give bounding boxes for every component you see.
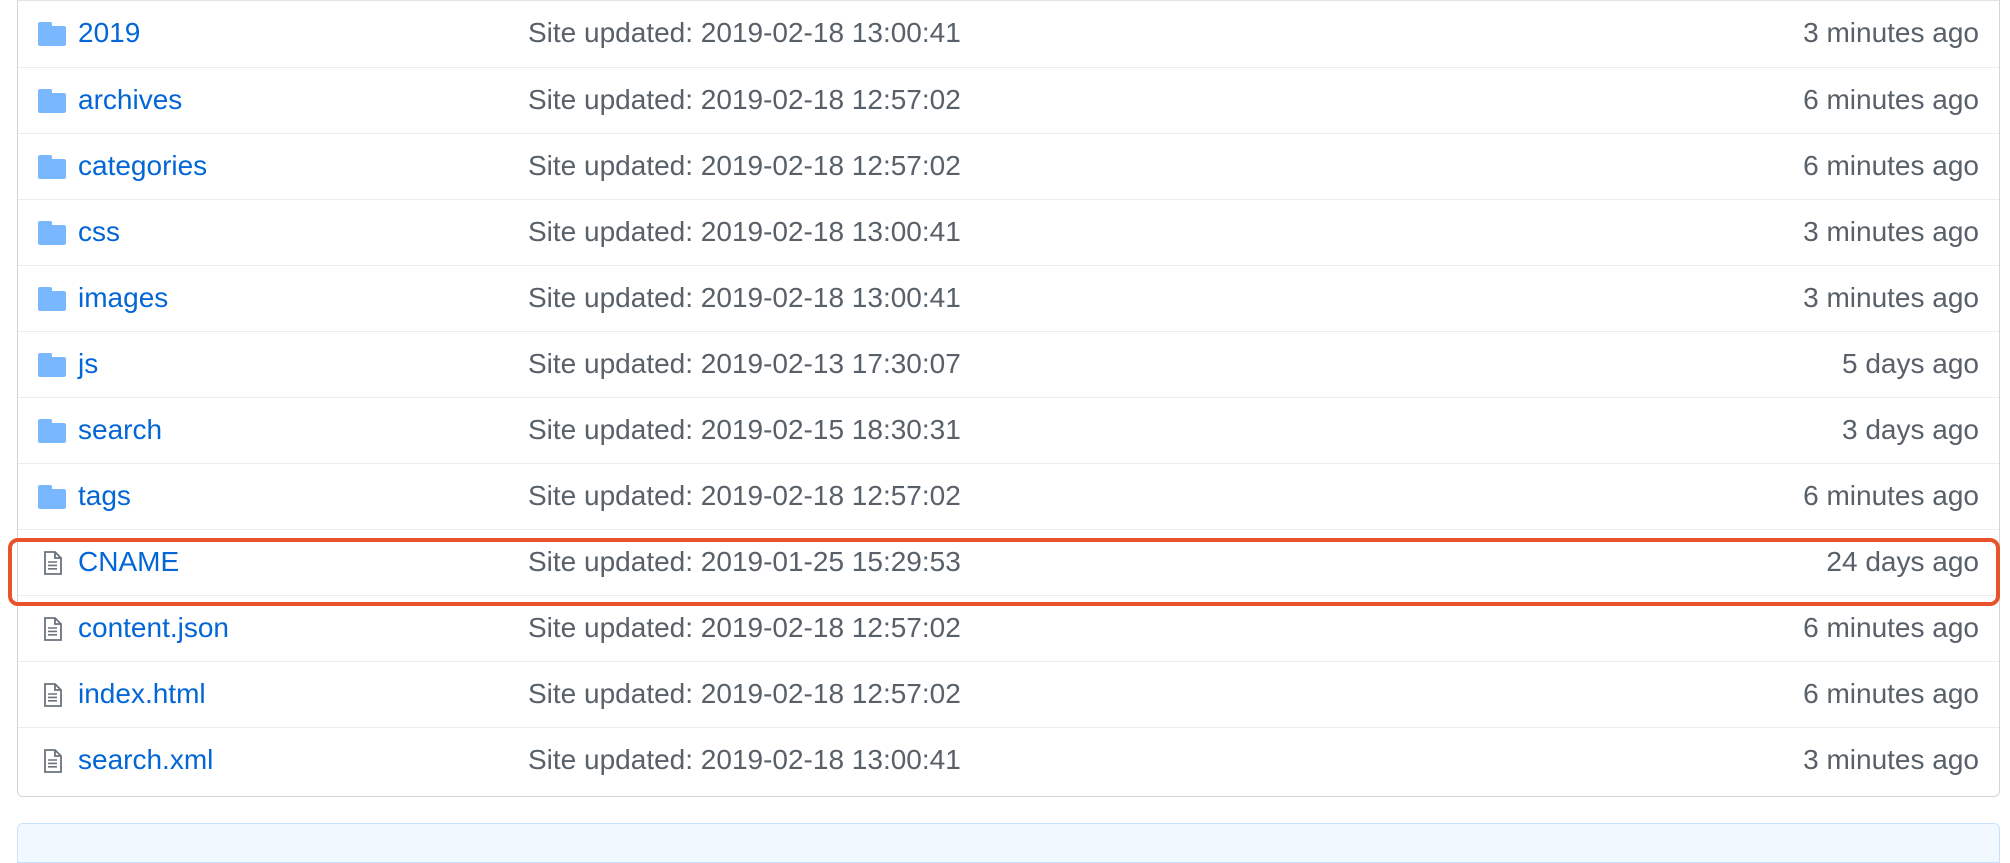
file-name-link[interactable]: archives — [78, 68, 182, 132]
folder-icon — [38, 221, 66, 245]
commit-message-link[interactable]: Site updated: 2019-01-25 15:29:53 — [528, 530, 961, 594]
folder-icon — [38, 22, 66, 46]
file-row-search-xml[interactable]: search.xml Site updated: 2019-02-18 13:0… — [18, 727, 1999, 793]
folder-icon — [38, 353, 66, 377]
commit-message-link[interactable]: Site updated: 2019-02-18 12:57:02 — [528, 68, 961, 132]
commit-age: 6 minutes ago — [1803, 480, 1979, 511]
commit-age: 6 minutes ago — [1803, 84, 1979, 115]
commit-age: 3 minutes ago — [1803, 216, 1979, 247]
file-name-link[interactable]: index.html — [78, 662, 206, 726]
commit-message-link[interactable]: Site updated: 2019-02-18 13:00:41 — [528, 266, 961, 330]
file-row-search[interactable]: search Site updated: 2019-02-15 18:30:31… — [18, 397, 1999, 463]
file-row-index-html[interactable]: index.html Site updated: 2019-02-18 12:5… — [18, 661, 1999, 727]
file-icon — [38, 551, 66, 575]
commit-age: 3 minutes ago — [1803, 17, 1979, 48]
commit-message-link[interactable]: Site updated: 2019-02-18 12:57:02 — [528, 596, 961, 660]
commit-age: 6 minutes ago — [1803, 612, 1979, 643]
commit-age: 3 days ago — [1842, 414, 1979, 445]
file-name-link[interactable]: content.json — [78, 596, 229, 660]
readme-header — [17, 823, 2000, 863]
commit-age: 3 minutes ago — [1803, 744, 1979, 775]
commit-age: 6 minutes ago — [1803, 150, 1979, 181]
file-row-categories[interactable]: categories Site updated: 2019-02-18 12:5… — [18, 133, 1999, 199]
commit-message-link[interactable]: Site updated: 2019-02-18 12:57:02 — [528, 134, 961, 198]
file-row-tags[interactable]: tags Site updated: 2019-02-18 12:57:02 6… — [18, 463, 1999, 529]
file-name-link[interactable]: 2019 — [78, 1, 140, 65]
file-name-link[interactable]: search.xml — [78, 728, 213, 792]
file-row-content-json[interactable]: content.json Site updated: 2019-02-18 12… — [18, 595, 1999, 661]
file-row-images[interactable]: images Site updated: 2019-02-18 13:00:41… — [18, 265, 1999, 331]
file-name-link[interactable]: js — [78, 332, 98, 396]
file-row-archives[interactable]: archives Site updated: 2019-02-18 12:57:… — [18, 67, 1999, 133]
commit-age: 24 days ago — [1826, 546, 1979, 577]
commit-message-link[interactable]: Site updated: 2019-02-13 17:30:07 — [528, 332, 961, 396]
folder-icon — [38, 155, 66, 179]
file-name-link[interactable]: CNAME — [78, 530, 179, 594]
commit-message-link[interactable]: Site updated: 2019-02-18 13:00:41 — [528, 728, 961, 792]
file-name-link[interactable]: tags — [78, 464, 131, 528]
commit-message-link[interactable]: Site updated: 2019-02-18 13:00:41 — [528, 200, 961, 264]
file-icon — [38, 683, 66, 707]
file-name-link[interactable]: images — [78, 266, 168, 330]
file-name-link[interactable]: search — [78, 398, 162, 462]
file-name-link[interactable]: categories — [78, 134, 207, 198]
commit-message-link[interactable]: Site updated: 2019-02-18 13:00:41 — [528, 1, 961, 65]
commit-age: 6 minutes ago — [1803, 678, 1979, 709]
file-icon — [38, 617, 66, 641]
commit-message-link[interactable]: Site updated: 2019-02-18 12:57:02 — [528, 464, 961, 528]
folder-icon — [38, 485, 66, 509]
commit-message-link[interactable]: Site updated: 2019-02-18 12:57:02 — [528, 662, 961, 726]
file-row-cname[interactable]: CNAME Site updated: 2019-01-25 15:29:53 … — [18, 529, 1999, 595]
file-table: 2019 Site updated: 2019-02-18 13:00:41 3… — [17, 0, 2000, 797]
file-row-js[interactable]: js Site updated: 2019-02-13 17:30:07 5 d… — [18, 331, 1999, 397]
file-row-css[interactable]: css Site updated: 2019-02-18 13:00:41 3 … — [18, 199, 1999, 265]
file-icon — [38, 749, 66, 773]
folder-icon — [38, 287, 66, 311]
folder-icon — [38, 419, 66, 443]
commit-age: 5 days ago — [1842, 348, 1979, 379]
commit-message-link[interactable]: Site updated: 2019-02-15 18:30:31 — [528, 398, 961, 462]
folder-icon — [38, 89, 66, 113]
file-row-2019[interactable]: 2019 Site updated: 2019-02-18 13:00:41 3… — [18, 1, 1999, 67]
commit-age: 3 minutes ago — [1803, 282, 1979, 313]
file-name-link[interactable]: css — [78, 200, 120, 264]
